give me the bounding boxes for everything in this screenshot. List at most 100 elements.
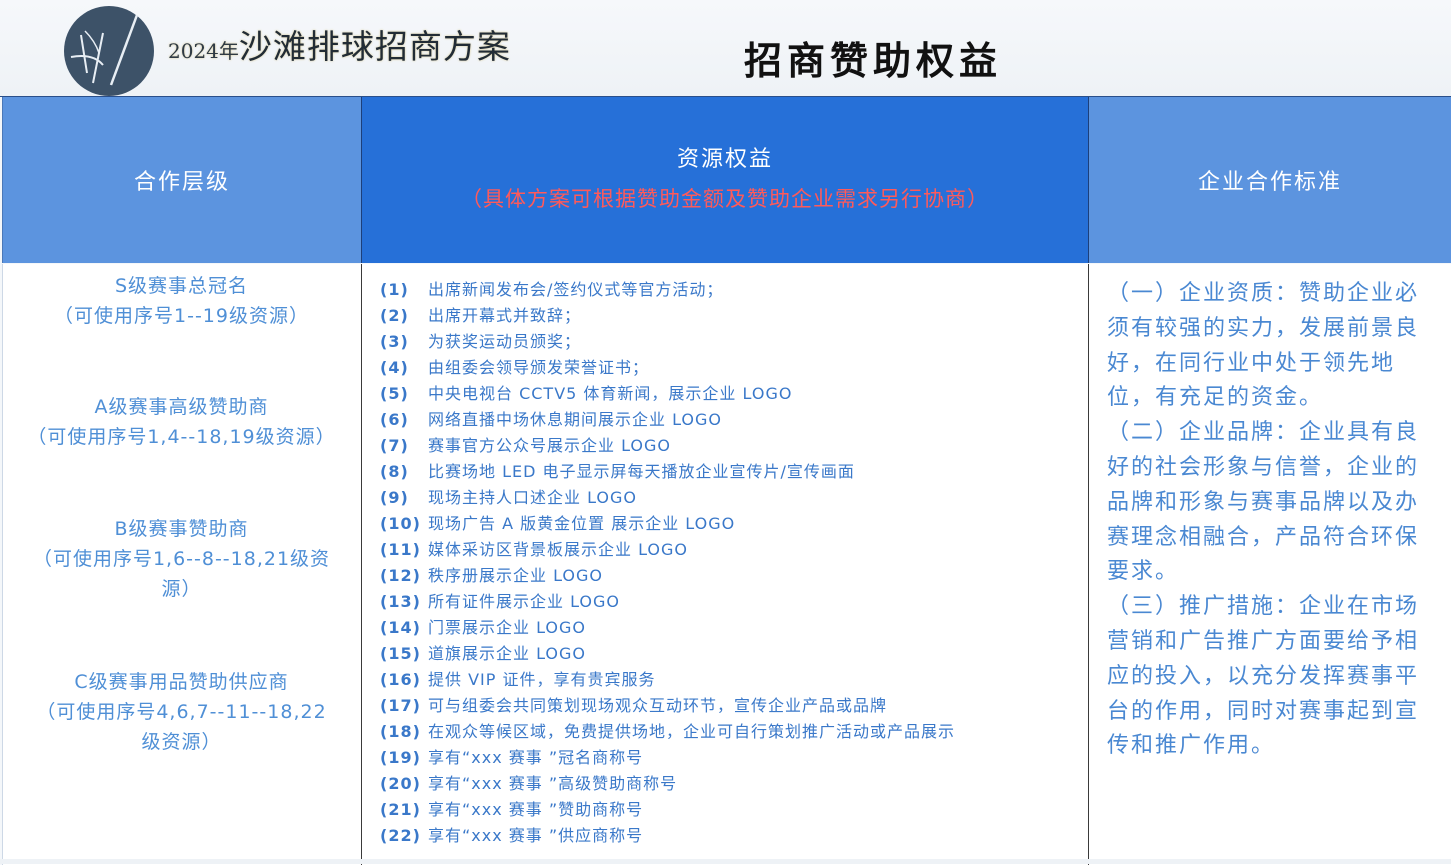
resource-number: (21) bbox=[380, 800, 421, 819]
resource-text: 媒体采访区背景板展示企业 LOGO bbox=[428, 540, 689, 559]
resource-text: 网络直播中场休息期间展示企业 LOGO bbox=[428, 410, 723, 429]
tier-scope: （可使用序号4,6,7--11--18,22 bbox=[36, 701, 327, 723]
resource-item: (12) 秩序册展示企业 LOGO bbox=[380, 563, 955, 589]
resource-item: (17) 可与组委会共同策划现场观众互动环节，宣传企业产品或品牌 bbox=[380, 693, 955, 719]
resource-text: 可与组委会共同策划现场观众互动环节，宣传企业产品或品牌 bbox=[428, 696, 888, 715]
resource-number: (11) bbox=[380, 540, 421, 559]
tier-c: C级赛事用品赞助供应商 （可使用序号4,6,7--11--18,22 级资源） bbox=[3, 667, 360, 757]
volleyball-logo-icon bbox=[64, 6, 154, 96]
resource-item: (6) 网络直播中场休息期间展示企业 LOGO bbox=[380, 407, 955, 433]
resource-number: (18) bbox=[380, 722, 421, 741]
year-label: 2024年 bbox=[168, 39, 239, 63]
resource-text: 享有“xxx 赛事 ”冠名商称号 bbox=[428, 748, 644, 767]
resource-number: (20) bbox=[380, 774, 421, 793]
resource-number: (8) bbox=[380, 462, 409, 481]
resource-item: (1) 出席新闻发布会/签约仪式等官方活动； bbox=[380, 277, 955, 303]
page-title: 招商赞助权益 bbox=[744, 38, 1003, 83]
resource-item: (9) 现场主持人口述企业 LOGO bbox=[380, 485, 955, 511]
bottom-strip bbox=[0, 859, 1451, 864]
resource-text: 赛事官方公众号展示企业 LOGO bbox=[428, 436, 672, 455]
resource-text: 现场主持人口述企业 LOGO bbox=[428, 488, 638, 507]
tier-name: B级赛事赞助商 bbox=[114, 518, 249, 540]
resource-item: (3) 为获奖运动员颁奖； bbox=[380, 329, 955, 355]
tier-b: B级赛事赞助商 （可使用序号1,6--8--18,21级资 源） bbox=[3, 514, 360, 604]
resource-number: (13) bbox=[380, 592, 421, 611]
resource-text: 中央电视台 CCTV5 体育新闻，展示企业 LOGO bbox=[428, 384, 793, 403]
resource-text: 门票展示企业 LOGO bbox=[428, 618, 587, 637]
resource-text: 道旗展示企业 LOGO bbox=[428, 644, 587, 663]
resource-number: (15) bbox=[380, 644, 421, 663]
resource-item: (20) 享有“xxx 赛事 ”高级赞助商称号 bbox=[380, 771, 955, 797]
header-cell-level: 合作层级 bbox=[2, 97, 361, 263]
tier-scope-cont: 级资源） bbox=[141, 731, 222, 753]
header-resources-label: 资源权益 bbox=[676, 147, 773, 172]
tier-s: S级赛事总冠名 （可使用序号1--19级资源） bbox=[3, 271, 360, 331]
resource-text: 所有证件展示企业 LOGO bbox=[428, 592, 621, 611]
tier-name: A级赛事高级赞助商 bbox=[94, 396, 269, 418]
resource-text: 比赛场地 LED 电子显示屏每天播放企业宣传片/宣传画面 bbox=[428, 462, 855, 481]
resource-text: 由组委会领导颁发荣誉证书； bbox=[428, 358, 650, 377]
standard-promotion: （三）推广措施：企业在市场营销和广告推广方面要给予相应的投入，以充分发挥赛事平台… bbox=[1107, 594, 1420, 759]
standards-text: （一）企业资质：赞助企业必须有较强的实力，发展前景良好，在同行业中处于领先地位，… bbox=[1107, 277, 1429, 764]
project-name: 沙滩排球招商方案 bbox=[238, 27, 511, 66]
resource-text: 提供 VIP 证件，享有贵宾服务 bbox=[428, 670, 656, 689]
resource-item: (7) 赛事官方公众号展示企业 LOGO bbox=[380, 433, 955, 459]
standard-brand: （二）企业品牌：企业具有良好的社会形象与信誉，企业的品牌和形象与赛事品牌以及办赛… bbox=[1107, 420, 1420, 585]
resource-text: 为获奖运动员颁奖； bbox=[428, 332, 582, 351]
resource-item: (21) 享有“xxx 赛事 ”赞助商称号 bbox=[380, 797, 955, 823]
resource-item: (22) 享有“xxx 赛事 ”供应商称号 bbox=[380, 823, 955, 849]
resource-item: (14) 门票展示企业 LOGO bbox=[380, 615, 955, 641]
header-level-label: 合作层级 bbox=[133, 170, 230, 195]
resource-number: (10) bbox=[380, 514, 421, 533]
resource-text: 享有“xxx 赛事 ”高级赞助商称号 bbox=[428, 774, 678, 793]
resource-number: (12) bbox=[380, 566, 421, 585]
header-cell-resources: 资源权益 （具体方案可根据赞助金额及赞助企业需求另行协商） bbox=[361, 97, 1089, 263]
resource-number: (17) bbox=[380, 696, 421, 715]
resource-item: (19) 享有“xxx 赛事 ”冠名商称号 bbox=[380, 745, 955, 771]
page-header: 2024年 沙滩排球招商方案 招商赞助权益 bbox=[0, 0, 1451, 96]
resource-number: (3) bbox=[380, 332, 409, 351]
resource-text: 享有“xxx 赛事 ”赞助商称号 bbox=[428, 800, 644, 819]
resource-number: (6) bbox=[380, 410, 409, 429]
standard-qualification: （一）企业资质：赞助企业必须有较强的实力，发展前景良好，在同行业中处于领先地位，… bbox=[1107, 281, 1420, 411]
resource-text: 出席开幕式并致辞； bbox=[428, 306, 582, 325]
tier-scope: （可使用序号1,4--18,19级资源） bbox=[27, 426, 336, 448]
resource-item: (16) 提供 VIP 证件，享有贵宾服务 bbox=[380, 667, 955, 693]
resource-number: (16) bbox=[380, 670, 421, 689]
tier-name: S级赛事总冠名 bbox=[114, 275, 249, 297]
resource-item: (13) 所有证件展示企业 LOGO bbox=[380, 589, 955, 615]
sponsorship-table: 合作层级 资源权益 （具体方案可根据赞助金额及赞助企业需求另行协商） 企业合作标… bbox=[0, 96, 1451, 865]
resource-item: (8) 比赛场地 LED 电子显示屏每天播放企业宣传片/宣传画面 bbox=[380, 459, 955, 485]
resource-item: (2) 出席开幕式并致辞； bbox=[380, 303, 955, 329]
tier-scope-cont: 源） bbox=[161, 578, 202, 600]
resource-item: (10) 现场广告 A 版黄金位置 展示企业 LOGO bbox=[380, 511, 955, 537]
resource-text: 享有“xxx 赛事 ”供应商称号 bbox=[428, 826, 644, 845]
resource-text: 出席新闻发布会/签约仪式等官方活动； bbox=[428, 280, 724, 299]
resource-item: (5) 中央电视台 CCTV5 体育新闻，展示企业 LOGO bbox=[380, 381, 955, 407]
resource-text: 现场广告 A 版黄金位置 展示企业 LOGO bbox=[428, 514, 736, 533]
resource-number: (7) bbox=[380, 436, 409, 455]
project-subtitle: 2024年 沙滩排球招商方案 bbox=[168, 20, 511, 66]
resource-number: (1) bbox=[380, 280, 409, 299]
resource-number: (4) bbox=[380, 358, 409, 377]
tier-scope: （可使用序号1--19级资源） bbox=[54, 305, 309, 327]
resource-item: (18) 在观众等候区域，免费提供场地，企业可自行策划推广活动或产品展示 bbox=[380, 719, 955, 745]
tier-a: A级赛事高级赞助商 （可使用序号1,4--18,19级资源） bbox=[3, 392, 360, 452]
resources-column: (1) 出席新闻发布会/签约仪式等官方活动； (2) 出席开幕式并致辞； (3) 为获奖运… bbox=[361, 264, 1089, 865]
resource-item: (11) 媒体采访区背景板展示企业 LOGO bbox=[380, 537, 955, 563]
resource-text: 秩序册展示企业 LOGO bbox=[428, 566, 604, 585]
header-standard-label: 企业合作标准 bbox=[1197, 170, 1342, 195]
resource-number: (22) bbox=[380, 826, 421, 845]
resource-number: (19) bbox=[380, 748, 421, 767]
resource-text: 在观众等候区域，免费提供场地，企业可自行策划推广活动或产品展示 bbox=[428, 722, 956, 741]
resource-item: (15) 道旗展示企业 LOGO bbox=[380, 641, 955, 667]
resource-number: (9) bbox=[380, 488, 409, 507]
standards-column: （一）企业资质：赞助企业必须有较强的实力，发展前景良好，在同行业中处于领先地位，… bbox=[1089, 264, 1451, 865]
resource-number: (14) bbox=[380, 618, 421, 637]
tier-name: C级赛事用品赞助供应商 bbox=[74, 671, 289, 693]
resource-item: (4) 由组委会领导颁发荣誉证书； bbox=[380, 355, 955, 381]
resource-number: (2) bbox=[380, 306, 409, 325]
tier-scope: （可使用序号1,6--8--18,21级资 bbox=[32, 548, 331, 570]
resource-number: (5) bbox=[380, 384, 409, 403]
header-cell-standard: 企业合作标准 bbox=[1089, 97, 1451, 263]
